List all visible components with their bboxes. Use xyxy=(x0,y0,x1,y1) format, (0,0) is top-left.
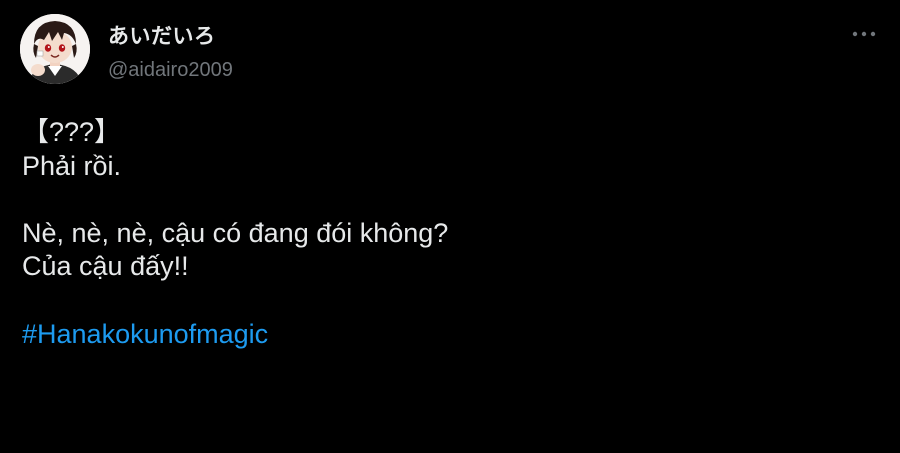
tweet-text-line: Nè, nè, nè, cậu có đang đói không? xyxy=(22,217,449,248)
tweet-text-line: 【???】 xyxy=(22,117,122,147)
avatar-illustration-icon xyxy=(20,14,90,84)
tweet-text-line: Của cậu đấy!! xyxy=(22,251,189,282)
more-options-button[interactable] xyxy=(850,26,878,42)
author-block: あいだいろ @aidairo2009 xyxy=(108,22,233,82)
hashtag-link[interactable]: #Hanakokunofmagic xyxy=(22,318,882,352)
author-display-name[interactable]: あいだいろ xyxy=(108,22,233,50)
tweet-card: あいだいろ @aidairo2009 【???】 Phải rồi. Nè, n… xyxy=(0,0,900,453)
author-handle[interactable]: @aidairo2009 xyxy=(108,58,233,82)
tweet-text: 【???】 Phải rồi. Nè, nè, nè, cậu có đang … xyxy=(22,116,882,351)
tweet-text-line: Phải rồi. xyxy=(22,150,122,181)
avatar[interactable] xyxy=(20,14,90,84)
more-horizontal-icon xyxy=(852,31,876,37)
